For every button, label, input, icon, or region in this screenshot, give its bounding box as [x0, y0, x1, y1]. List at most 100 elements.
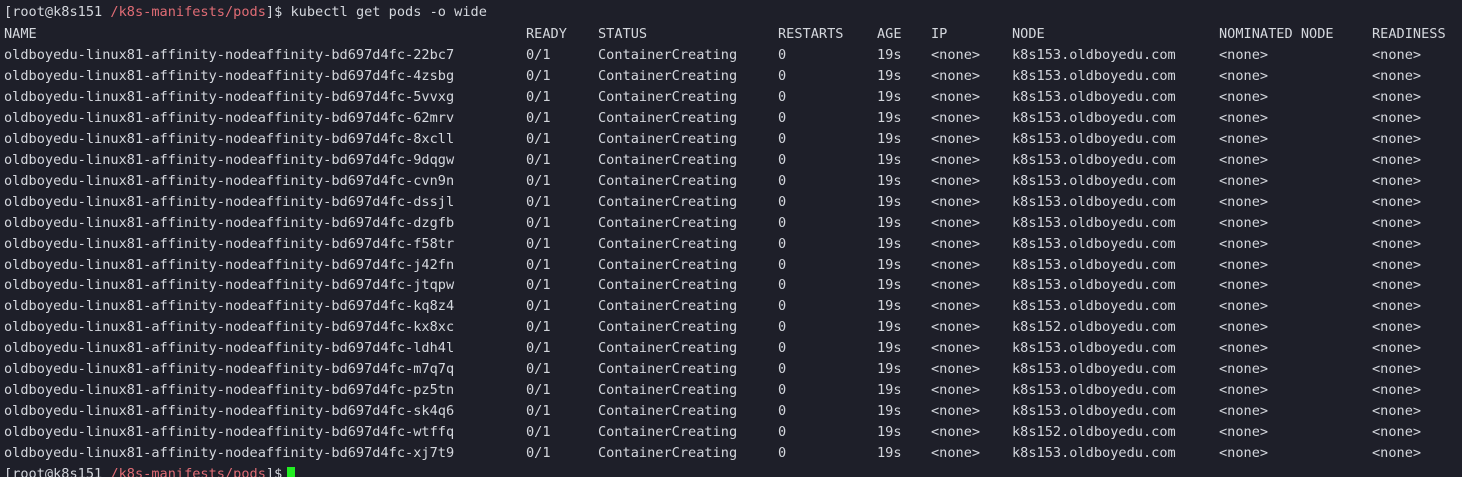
cell-ready: 0/1 — [526, 130, 551, 147]
cell-name: oldboyedu-linux81-affinity-nodeaffinity-… — [4, 319, 455, 336]
cell-ready: 0/1 — [526, 47, 551, 63]
cell-status: ContainerCreating — [598, 340, 738, 357]
table-row: oldboyedu-linux81-affinity-nodeaffinity-… — [4, 108, 1462, 129]
table-row: oldboyedu-linux81-affinity-nodeaffinity-… — [4, 234, 1462, 255]
table-row: oldboyedu-linux81-affinity-nodeaffinity-… — [4, 87, 1462, 108]
cell-age: 19s — [877, 382, 902, 399]
cell-age: 19s — [877, 277, 902, 294]
cell-age: 19s — [877, 298, 902, 315]
header-status: STATUS — [598, 26, 648, 42]
cell-ip: <none> — [931, 319, 981, 336]
header-nominated-node: NOMINATED NODE — [1219, 26, 1334, 42]
cell-status: ContainerCreating — [598, 424, 738, 441]
cell-age: 19s — [877, 424, 902, 441]
cell-ready: 0/1 — [526, 424, 551, 441]
cell-name: oldboyedu-linux81-affinity-nodeaffinity-… — [4, 214, 455, 231]
cell-restarts: 0 — [778, 193, 787, 210]
cell-restarts: 0 — [778, 88, 787, 105]
cell-readiness: <none> — [1372, 256, 1422, 273]
table-row: oldboyedu-linux81-affinity-nodeaffinity-… — [4, 255, 1462, 276]
cell-readiness: <none> — [1372, 88, 1422, 105]
cell-ready: 0/1 — [526, 193, 551, 210]
cell-nominated: <none> — [1219, 214, 1269, 231]
cell-ip: <none> — [931, 361, 981, 378]
cell-node: k8s153.oldboyedu.com — [1012, 361, 1176, 378]
cell-ready: 0/1 — [526, 382, 551, 399]
cell-age: 19s — [877, 403, 902, 420]
cell-restarts: 0 — [778, 361, 787, 378]
prompt-line-current[interactable]: [root@k8s151 /k8s-manifests/pods]$ — [4, 464, 296, 477]
cell-nominated: <none> — [1219, 151, 1269, 168]
cell-restarts: 0 — [778, 67, 787, 84]
cell-node: k8s153.oldboyedu.com — [1012, 172, 1176, 189]
cell-status: ContainerCreating — [598, 214, 738, 231]
header-name: NAME — [4, 26, 37, 42]
cell-age: 19s — [877, 172, 902, 189]
cell-age: 19s — [877, 109, 902, 126]
cell-status: ContainerCreating — [598, 256, 738, 273]
cell-readiness: <none> — [1372, 193, 1422, 210]
prompt-path: /k8s-manifests/pods — [110, 4, 266, 20]
cursor-block — [287, 466, 296, 477]
cell-restarts: 0 — [778, 298, 787, 315]
cell-ip: <none> — [931, 277, 981, 294]
cell-age: 19s — [877, 235, 902, 252]
cell-name: oldboyedu-linux81-affinity-nodeaffinity-… — [4, 445, 455, 462]
cell-status: ContainerCreating — [598, 151, 738, 168]
table-row: oldboyedu-linux81-affinity-nodeaffinity-… — [4, 359, 1462, 380]
cell-status: ContainerCreating — [598, 403, 738, 420]
cell-ready: 0/1 — [526, 361, 551, 378]
cell-ready: 0/1 — [526, 277, 551, 294]
cell-readiness: <none> — [1372, 445, 1422, 462]
cell-readiness: <none> — [1372, 130, 1422, 147]
cell-age: 19s — [877, 151, 902, 168]
cell-node: k8s153.oldboyedu.com — [1012, 256, 1176, 273]
cell-ready: 0/1 — [526, 256, 551, 273]
cell-nominated: <none> — [1219, 403, 1269, 420]
cell-ready: 0/1 — [526, 298, 551, 315]
cell-node: k8s153.oldboyedu.com — [1012, 298, 1176, 315]
cell-ip: <none> — [931, 193, 981, 210]
cell-nominated: <none> — [1219, 382, 1269, 399]
cell-node: k8s152.oldboyedu.com — [1012, 319, 1176, 336]
cell-status: ContainerCreating — [598, 277, 738, 294]
cell-status: ContainerCreating — [598, 382, 738, 399]
cell-ready: 0/1 — [526, 172, 551, 189]
cell-name: oldboyedu-linux81-affinity-nodeaffinity-… — [4, 235, 455, 252]
cell-node: k8s153.oldboyedu.com — [1012, 403, 1176, 420]
terminal-window[interactable]: [root@k8s151 /k8s-manifests/pods]$ kubec… — [0, 0, 1462, 477]
cell-node: k8s152.oldboyedu.com — [1012, 424, 1176, 441]
cell-age: 19s — [877, 214, 902, 231]
cell-ip: <none> — [931, 130, 981, 147]
table-row: oldboyedu-linux81-affinity-nodeaffinity-… — [4, 213, 1462, 234]
cell-restarts: 0 — [778, 256, 787, 273]
prompt-user-host: root@k8s151 — [12, 4, 103, 20]
cell-ip: <none> — [931, 256, 981, 273]
table-row: oldboyedu-linux81-affinity-nodeaffinity-… — [4, 380, 1462, 401]
cell-ip: <none> — [931, 235, 981, 252]
cell-readiness: <none> — [1372, 424, 1422, 441]
cell-name: oldboyedu-linux81-affinity-nodeaffinity-… — [4, 277, 455, 294]
cell-ready: 0/1 — [526, 214, 551, 231]
cell-node: k8s153.oldboyedu.com — [1012, 193, 1176, 210]
cell-nominated: <none> — [1219, 298, 1269, 315]
cell-age: 19s — [877, 47, 902, 63]
prompt-bracket-open: [ — [4, 4, 13, 20]
cell-node: k8s153.oldboyedu.com — [1012, 277, 1176, 294]
command-text: kubectl get pods -o wide — [290, 4, 487, 20]
cell-ready: 0/1 — [526, 88, 551, 105]
cell-nominated: <none> — [1219, 193, 1269, 210]
cell-restarts: 0 — [778, 445, 787, 462]
cell-restarts: 0 — [778, 130, 787, 147]
cell-name: oldboyedu-linux81-affinity-nodeaffinity-… — [4, 88, 455, 105]
cell-readiness: <none> — [1372, 109, 1422, 126]
prompt-bracket-close: ]$ — [265, 466, 283, 477]
table-row: oldboyedu-linux81-affinity-nodeaffinity-… — [4, 192, 1462, 213]
table-row: oldboyedu-linux81-affinity-nodeaffinity-… — [4, 338, 1462, 359]
cell-nominated: <none> — [1219, 109, 1269, 126]
cell-name: oldboyedu-linux81-affinity-nodeaffinity-… — [4, 403, 455, 420]
cell-name: oldboyedu-linux81-affinity-nodeaffinity-… — [4, 361, 455, 378]
cell-ready: 0/1 — [526, 340, 551, 357]
cell-node: k8s153.oldboyedu.com — [1012, 445, 1176, 462]
cell-age: 19s — [877, 130, 902, 147]
